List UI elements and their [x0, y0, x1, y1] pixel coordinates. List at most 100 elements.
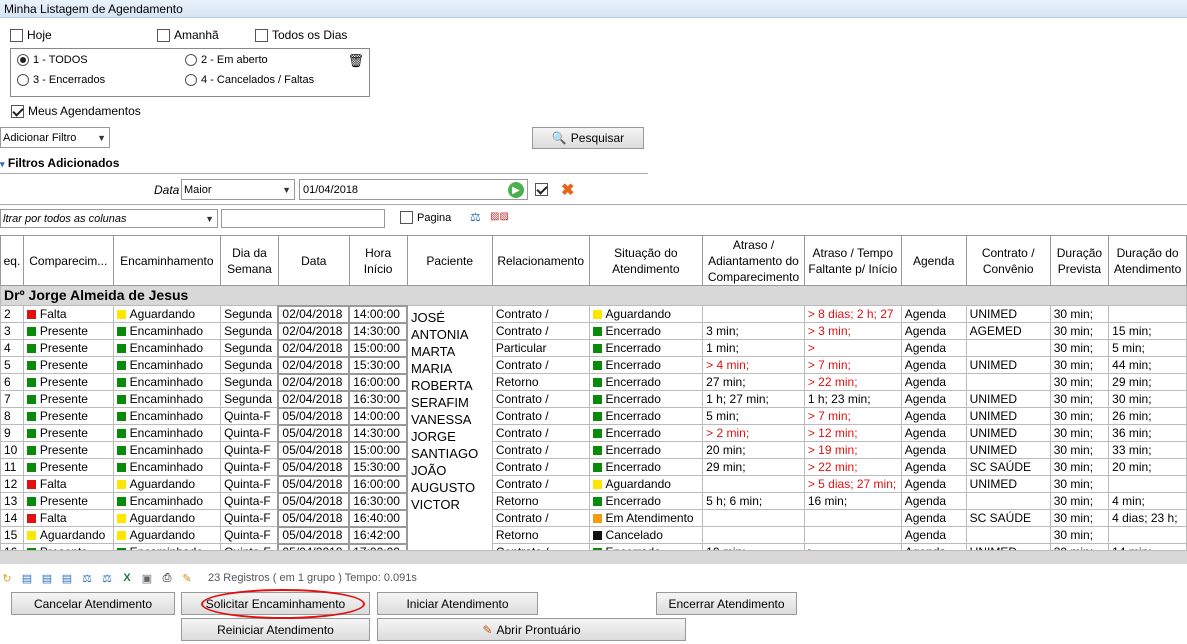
request-referral-button[interactable]: Solicitar Encaminhamento — [181, 592, 370, 615]
filter-date-input[interactable]: 01/04/2018 ▶ — [299, 179, 528, 200]
radio-em-aberto[interactable]: 2 - Em aberto — [185, 54, 268, 66]
col-comparecimento[interactable]: Comparecim... — [22, 235, 114, 286]
trash-icon[interactable]: 🗑 — [347, 53, 364, 69]
cell-duracao-atendimento: 30 min; — [1108, 390, 1187, 408]
cell-situacao-text: Encerrado — [605, 425, 661, 440]
col-hora-inicio[interactable]: Hora Início — [348, 235, 408, 286]
cell-paciente-text: JOÃO — [411, 463, 447, 476]
cell-agenda: Agenda — [900, 373, 967, 391]
col-paciente[interactable]: Paciente — [406, 235, 493, 286]
clear-filter-icon[interactable]: ⚖ — [470, 210, 481, 224]
settings-icon[interactable]: ✎ — [180, 571, 194, 585]
table-row[interactable]: 8 Presente Encaminhado Quinta-F 05/04/2018 14… — [0, 406, 1187, 426]
col-duracao-prevista[interactable]: Duração Prevista — [1049, 235, 1110, 286]
filter-options-icon[interactable]: ▨▨ — [490, 211, 509, 222]
table-row[interactable]: 5 Presente Encaminhado Segunda 02/04/2018 15:… — [0, 355, 1187, 375]
table-row[interactable]: 2 Falta Aguardando Segunda 02/04/2018 14:00:0… — [0, 304, 1187, 324]
pagina-checkbox[interactable]: Pagina — [400, 211, 451, 224]
cell-agenda: Agenda — [900, 441, 967, 459]
radio-encerrados[interactable]: 3 - Encerrados — [17, 74, 105, 86]
column-down-icon[interactable]: ⚖ — [100, 571, 114, 585]
tomorrow-checkbox[interactable]: Amanhã — [157, 28, 219, 42]
open-medical-record-button[interactable]: ✎ Abrir Prontuário — [377, 618, 686, 641]
col-agenda[interactable]: Agenda — [900, 235, 967, 286]
col-encaminhamento[interactable]: Encaminhamento — [112, 235, 222, 286]
filter-operator-select[interactable]: Maior ▼ — [181, 179, 295, 200]
cell-atraso-inicio-text: > 5 dias; 27 min; — [807, 476, 897, 491]
refresh-icon[interactable]: ↻ — [0, 571, 14, 585]
col-atraso-inicio[interactable]: Atraso / Tempo Faltante p/ Início — [803, 235, 902, 286]
col-seq[interactable]: eq. — [0, 235, 24, 286]
window-title: Minha Listagem de Agendamento — [4, 2, 183, 16]
cell-paciente: ANTONIA — [407, 323, 492, 340]
cell-relacionamento: Retorno — [491, 526, 590, 544]
cell-relacionamento: Contrato / — [491, 390, 590, 408]
column-filter-select[interactable]: ltrar por todos as colunas ▼ — [0, 209, 218, 228]
cell-duracao-atendimento: 33 min; — [1108, 441, 1187, 459]
cell-atraso-comparecimento-text: 29 min; — [706, 459, 746, 474]
table-row[interactable]: 6 Presente Encaminhado Segunda 02/04/2018 16:… — [0, 372, 1187, 392]
cell-duracao-prevista: 30 min; — [1049, 458, 1110, 476]
list-view-icon[interactable]: ▤ — [40, 571, 54, 585]
table-row[interactable]: 12 Falta Aguardando Quinta-F 05/04/2018 16:00… — [0, 474, 1187, 494]
cell-atraso-inicio: > 5 dias; 27 min; — [803, 475, 902, 493]
calendar-go-icon[interactable]: ▶ — [508, 182, 524, 198]
cell-atraso-comparecimento: 1 h; 27 min; — [702, 390, 805, 408]
col-relacionamento[interactable]: Relacionamento — [491, 235, 590, 286]
add-filter-select[interactable]: Adicionar Filtro ▼ — [0, 127, 110, 148]
table-row[interactable]: 9 Presente Encaminhado Quinta-F 05/04/2018 14… — [0, 423, 1187, 443]
table-view-icon[interactable]: ▤ — [60, 571, 74, 585]
table-row[interactable]: 7 Presente Encaminhado Segunda 02/04/2018 16:… — [0, 389, 1187, 409]
cell-data: 02/04/2018 — [277, 338, 351, 358]
cell-agenda: Agenda — [900, 322, 967, 340]
grid-view-icon[interactable]: ▤ — [20, 571, 34, 585]
table-row[interactable]: 15 Aguardando Aguardando Quinta-F 05/04/2018… — [0, 525, 1187, 545]
cell-duracao-prevista: 30 min; — [1049, 424, 1110, 442]
export-icon[interactable]: ▣ — [140, 571, 154, 585]
table-row[interactable]: 13 Presente Encaminhado Quinta-F 05/04/2018 1… — [0, 491, 1187, 511]
col-duracao-atendimento[interactable]: Duração do Atendimento — [1108, 235, 1187, 286]
print-icon[interactable]: ⎙ — [160, 571, 174, 585]
table-row[interactable]: 4 Presente Encaminhado Segunda 02/04/2018 15:… — [0, 338, 1187, 358]
radio-todos[interactable]: 1 - TODOS — [17, 54, 88, 66]
col-dia-semana[interactable]: Dia da Semana — [220, 235, 279, 286]
status-color-square — [592, 496, 602, 506]
search-button[interactable]: 🔍 Pesquisar — [532, 127, 644, 149]
cell-relacionamento-text: Contrato / — [495, 510, 549, 525]
table-row[interactable]: 14 Falta Aguardando Quinta-F 05/04/2018 16:40… — [0, 508, 1187, 528]
excel-icon[interactable]: X — [120, 571, 134, 585]
cancel-appointment-button[interactable]: Cancelar Atendimento — [11, 592, 175, 615]
col-atraso-comparecimento[interactable]: Atraso / Adiantamento do Comparecimento — [702, 235, 805, 286]
cell-data-text: 05/04/2018 — [282, 408, 343, 423]
radio-cancelados-faltas[interactable]: 4 - Cancelados / Faltas — [185, 74, 314, 86]
column-up-icon[interactable]: ⚖ — [80, 571, 94, 585]
start-appointment-button[interactable]: Iniciar Atendimento — [377, 592, 538, 615]
my-appointments-checkbox[interactable]: Meus Agendamentos — [11, 104, 141, 118]
filter-active-checkbox[interactable] — [535, 183, 548, 196]
cell-duracao-atendimento: 29 min; — [1108, 373, 1187, 391]
cell-paciente: MARIA — [407, 357, 492, 374]
cell-dia-semana: Quinta-F — [220, 441, 279, 459]
collapse-icon[interactable]: ▾ — [0, 159, 5, 169]
table-row[interactable]: 10 Presente Encaminhado Quinta-F 05/04/2018 1… — [0, 440, 1187, 460]
cell-dia-semana-text: Quinta-F — [224, 442, 271, 457]
today-checkbox[interactable]: Hoje — [10, 28, 52, 42]
cell-situacao-text: Encerrado — [605, 374, 661, 389]
col-convenio[interactable]: Contrato / Convênio — [965, 235, 1051, 286]
table-row[interactable]: 11 Presente Encaminhado Quinta-F 05/04/2018 1… — [0, 457, 1187, 477]
cell-agenda-text: Agenda — [904, 510, 947, 525]
cell-data: 05/04/2018 — [277, 457, 351, 477]
column-filter-input[interactable] — [221, 209, 385, 228]
cell-data-text: 02/04/2018 — [282, 374, 343, 389]
finish-appointment-button[interactable]: Encerrar Atendimento — [656, 592, 797, 615]
col-data[interactable]: Data — [277, 235, 350, 286]
cell-seq: 4 — [0, 339, 24, 357]
cell-paciente-text: JORGE — [411, 429, 456, 442]
table-row[interactable]: 3 Presente Encaminhado Segunda 02/04/2018 14:… — [0, 321, 1187, 341]
col-situacao[interactable]: Situação do Atendimento — [588, 235, 704, 286]
horizontal-scrollbar[interactable] — [0, 550, 1187, 564]
group-row[interactable]: Drº Jorge Almeida de Jesus — [0, 285, 1187, 306]
remove-filter-icon[interactable]: ✖ — [561, 180, 574, 200]
all-days-checkbox[interactable]: Todos os Dias — [255, 28, 347, 42]
restart-appointment-button[interactable]: Reiniciar Atendimento — [181, 618, 370, 641]
